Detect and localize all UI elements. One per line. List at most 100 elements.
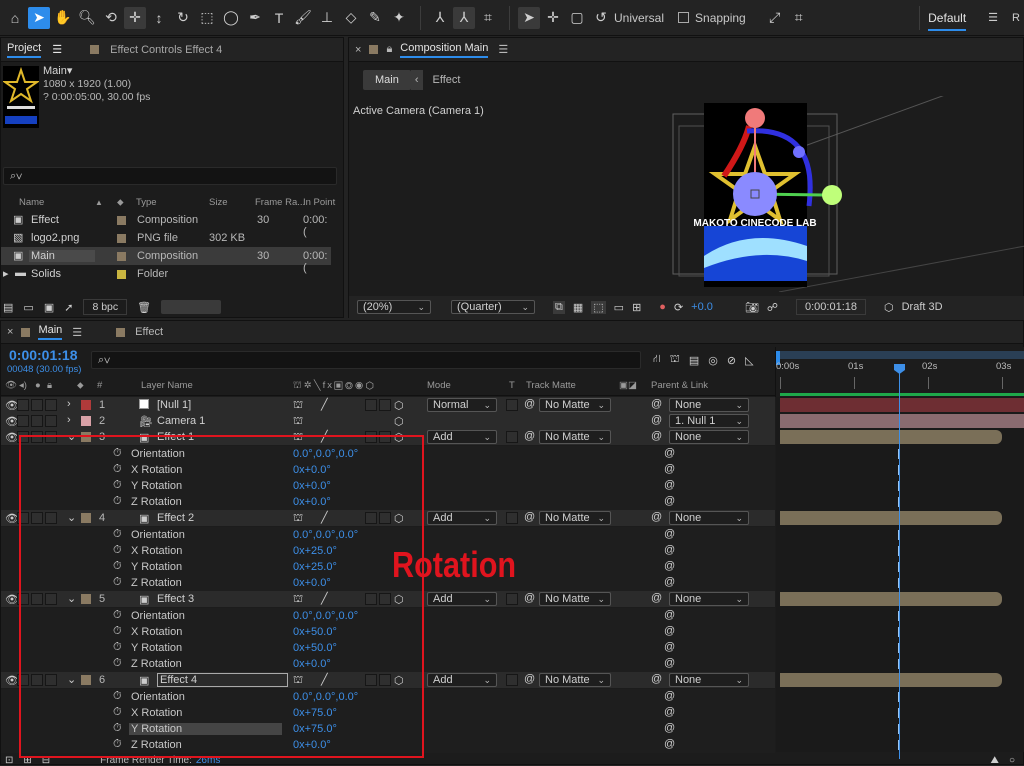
draft-3d-icon[interactable]: ◺ [745,354,753,367]
panel-menu-icon[interactable]: ☰ [72,326,82,339]
frame-blending-icon[interactable]: ▤ [689,354,699,367]
new-comp-icon[interactable]: ▣ [44,301,54,314]
project-item[interactable]: ▣ Effect Composition 30 0:00:( [1,211,331,238]
renderer-cube-icon[interactable]: ⬡ [884,301,894,314]
matte-pickwhip-icon[interactable]: @ [524,511,535,523]
breadcrumb-main[interactable]: Main [363,70,411,90]
project-search-input[interactable]: ⌕∨ [3,167,337,185]
comp-viewer[interactable]: MAKOTO CINECODE LAB [349,96,1024,292]
timeline-layer-row[interactable]: 👁︎ › 1 [Null 1] ⛫ ╱ ⬡ Normal ⌄ @ No Matte ⌄ @… [1,397,775,413]
zoom-tool-icon[interactable]: 🔍︎ [76,7,98,29]
gizmo-move-icon[interactable]: ✛ [542,7,564,29]
parent-dropdown[interactable]: 1. Null 1 ⌄ [669,414,749,429]
selection-tool-icon[interactable]: ➤ [28,6,50,29]
solo-switch[interactable] [31,399,43,411]
track-matte-dropdown[interactable]: No Matte ⌄ [539,398,611,412]
expression-pickwhip-icon[interactable]: @ [664,560,675,572]
tab-composition-main[interactable]: Composition Main [400,42,489,58]
parent-pickwhip-icon[interactable]: @ [651,592,662,604]
bpc-button[interactable]: 8 bpc [83,299,128,315]
col-track-matte[interactable]: Track Matte [526,380,576,391]
layer-name[interactable]: [Null 1] [157,399,191,411]
layer-duration-bar[interactable] [780,673,1002,688]
ellipse-tool-icon[interactable]: ◯ [220,7,242,29]
gizmo-rotate-icon[interactable]: ↺ [590,7,612,29]
tab-timeline-effect[interactable]: Effect [135,326,163,338]
mode-dropdown[interactable]: Add ⌄ [427,592,497,607]
track-matte-dropdown[interactable]: No Matte ⌄ [539,511,611,526]
timeline-track-area[interactable] [776,397,1024,752]
col-mode[interactable]: Mode [427,380,451,391]
view-axis-icon[interactable]: ⌗ [477,7,499,29]
fx-switch[interactable] [365,399,377,411]
pan-camera-tool-icon[interactable]: ✛ [124,6,146,29]
resolution-dropdown[interactable]: (Quarter) ⌄ [451,300,535,314]
world-axis-icon[interactable]: ⅄ [453,6,475,29]
puppet-pin-tool-icon[interactable]: ✦ [388,7,410,29]
lock-switch[interactable] [45,415,57,428]
work-area-bar[interactable] [780,351,1024,359]
audio-switch[interactable] [17,415,29,428]
expression-pickwhip-icon[interactable]: @ [664,495,675,507]
renderer-draft-3d[interactable]: Draft 3D [902,301,943,313]
parent-pickwhip-icon[interactable]: @ [651,673,662,685]
parent-dropdown[interactable]: None ⌄ [669,511,749,526]
expression-pickwhip-icon[interactable]: @ [664,609,675,621]
color-channels-icon[interactable]: ● [659,301,666,313]
zoom-slider-icon[interactable]: ○ [1009,755,1015,766]
3d-layer-icon[interactable]: ⬡ [394,415,404,428]
exposure-value[interactable]: +0.0 [691,301,713,313]
col-type[interactable]: Type [136,197,157,208]
gizmo-scale-icon[interactable]: ▢ [566,7,588,29]
mode-dropdown[interactable]: Add ⌄ [427,511,497,526]
chevron-right-icon[interactable]: › [67,398,71,410]
col-name[interactable]: Name [19,197,44,208]
expression-pickwhip-icon[interactable]: @ [664,641,675,653]
snap-expand-icon[interactable]: ⤢ [764,7,786,29]
expression-pickwhip-icon[interactable]: @ [664,528,675,540]
gizmo-x-handle[interactable] [822,185,842,205]
parent-pickwhip-icon[interactable]: @ [651,430,662,442]
label-color-swatch[interactable] [117,270,126,279]
home-icon[interactable]: ⌂ [4,7,26,29]
layer-duration-bar[interactable] [780,398,1024,412]
region-of-interest-icon[interactable]: ⬚ [591,300,606,314]
expression-pickwhip-icon[interactable]: @ [664,479,675,491]
expression-pickwhip-icon[interactable]: @ [664,576,675,588]
expression-pickwhip-icon[interactable]: @ [664,625,675,637]
eraser-tool-icon[interactable]: ◇ [340,7,362,29]
shy-switch-icon[interactable]: ⛫ [293,415,303,429]
quality-switch-icon[interactable]: ╱ [321,398,328,411]
project-scrollbar[interactable] [161,300,222,314]
track-matte-dropdown[interactable]: No Matte ⌄ [539,673,611,688]
tab-project[interactable]: Project ☰ [7,42,62,58]
label-color-swatch[interactable] [117,216,126,225]
preserve-transparency-switch[interactable] [506,512,518,525]
layer-label-swatch[interactable] [81,400,91,410]
timeline-timecode[interactable]: 0:00:01:18 [9,347,78,363]
expression-pickwhip-icon[interactable]: @ [664,738,675,750]
brush-tool-icon[interactable]: 🖌︎ [292,7,314,29]
pan-behind-tool-icon[interactable]: ⬚ [196,7,218,29]
local-axis-icon[interactable]: ⅄ [429,7,451,29]
parent-dropdown[interactable]: None ⌄ [669,430,749,445]
col-parent[interactable]: Parent & Link [651,380,708,391]
comp-name[interactable]: Main▾ [43,65,150,78]
fast-previews-icon[interactable]: ⧉ [553,300,565,314]
parent-dropdown[interactable]: None ⌄ [669,592,749,607]
parent-dropdown[interactable]: None ⌄ [669,673,749,688]
expression-pickwhip-icon[interactable]: @ [664,657,675,669]
workspace-next[interactable]: R [1012,12,1020,24]
comp-flowchart-icon[interactable]: ⛙ [653,353,661,367]
expression-pickwhip-icon[interactable]: @ [664,706,675,718]
mode-dropdown[interactable]: Normal ⌄ [427,398,497,412]
render-queue-icon[interactable]: ➚ [64,301,73,314]
timeline-layer-row[interactable]: 👁︎ › 2 🎥︎ Camera 1 ⛫ ⬡ @1. Null 1 ⌄ [1,413,775,430]
preserve-transparency-switch[interactable] [506,593,518,606]
mode-dropdown[interactable]: Add ⌄ [427,430,497,445]
workspace-default[interactable]: Default [928,5,967,31]
expression-pickwhip-icon[interactable]: @ [664,722,675,734]
panel-menu-icon[interactable]: ☰ [498,43,508,56]
col-frame-rate[interactable]: Frame Ra... [255,197,305,208]
expression-pickwhip-icon[interactable]: @ [664,544,675,556]
